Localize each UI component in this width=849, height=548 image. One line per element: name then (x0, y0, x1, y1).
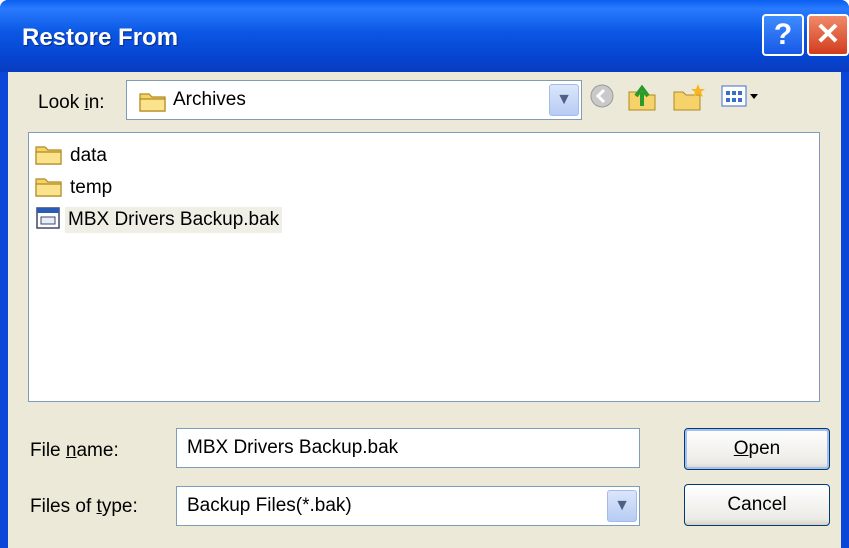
title-bar[interactable]: Restore From ? ✕ (0, 0, 849, 72)
open-button[interactable]: Open (684, 428, 830, 470)
file-name-label: File name: (30, 440, 119, 461)
files-of-type-dropdown[interactable]: Backup Files(*.bak) ▼ (176, 486, 640, 526)
file-list[interactable]: data temp MBX Drivers Backup.bak (28, 132, 820, 402)
folder-icon (35, 143, 63, 170)
dialog-body: Look in: Archives ▼ data temp MBX Driver… (8, 72, 841, 548)
list-item-folder[interactable]: data (35, 141, 110, 171)
files-of-type-label: Files of type: (30, 496, 138, 517)
restore-from-dialog: Restore From ? ✕ Look in: Archives ▼ dat… (0, 0, 849, 548)
look-in-label: Look in: (38, 92, 105, 113)
chevron-down-icon[interactable]: ▼ (607, 490, 637, 522)
item-label: data (70, 145, 107, 166)
look-in-value: Archives (173, 89, 246, 110)
folder-icon (139, 90, 167, 117)
item-label: MBX Drivers Backup.bak (65, 207, 283, 233)
backup-file-icon (35, 206, 61, 235)
up-folder-icon[interactable] (626, 82, 658, 117)
help-button[interactable]: ? (762, 14, 804, 56)
close-button[interactable]: ✕ (807, 14, 849, 56)
new-folder-icon[interactable] (672, 82, 706, 117)
look-in-dropdown[interactable]: Archives ▼ (126, 80, 582, 120)
files-of-type-value: Backup Files(*.bak) (187, 495, 352, 516)
cancel-button[interactable]: Cancel (684, 484, 830, 526)
dialog-title: Restore From (22, 24, 179, 51)
back-icon[interactable] (588, 82, 616, 115)
views-menu-icon[interactable] (720, 82, 760, 115)
list-item-folder[interactable]: temp (35, 173, 115, 203)
chevron-down-icon[interactable]: ▼ (549, 84, 579, 116)
folder-icon (35, 175, 63, 202)
list-item-file[interactable]: MBX Drivers Backup.bak (35, 205, 283, 235)
file-name-input[interactable]: MBX Drivers Backup.bak (176, 428, 640, 468)
item-label: temp (70, 177, 113, 198)
